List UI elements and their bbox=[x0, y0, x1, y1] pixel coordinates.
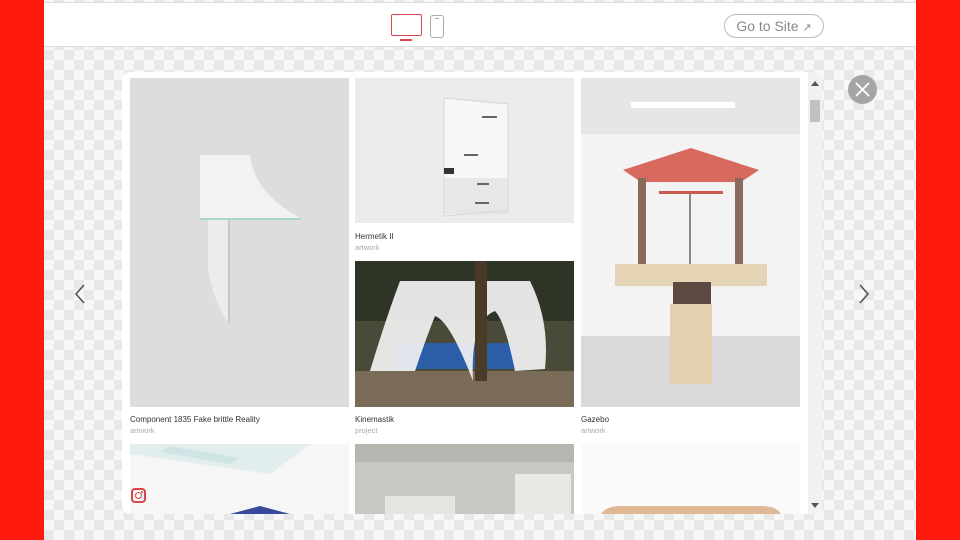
instagram-button[interactable] bbox=[131, 488, 146, 503]
desktop-view-button[interactable] bbox=[391, 14, 422, 41]
close-icon bbox=[855, 82, 870, 97]
card-title: Component 1835 Fake brittle Reality bbox=[130, 415, 260, 424]
next-button[interactable] bbox=[857, 283, 871, 305]
close-button[interactable] bbox=[848, 75, 877, 104]
external-link-icon: ↗ bbox=[802, 22, 812, 34]
artwork-image bbox=[581, 444, 800, 514]
gallery-card[interactable]: Kinemastik project bbox=[355, 261, 574, 436]
artwork-image bbox=[355, 444, 574, 514]
gallery-card[interactable]: Hermetik II artwork bbox=[355, 78, 574, 254]
card-type: artwork bbox=[130, 426, 155, 435]
preview-toolbar: Go to Site ↗ bbox=[44, 2, 916, 47]
go-to-site-label: Go to Site bbox=[736, 18, 799, 34]
scroll-down-arrow-icon[interactable] bbox=[811, 503, 819, 508]
artwork-image bbox=[355, 78, 574, 223]
card-type: project bbox=[355, 426, 378, 435]
gallery-card[interactable] bbox=[581, 444, 800, 514]
gallery-modal: Component 1835 Fake brittle Reality artw… bbox=[122, 72, 822, 514]
preview-frame: Go to Site ↗ Component 1835 Fake brittle… bbox=[44, 0, 916, 540]
card-title: Gazebo bbox=[581, 415, 610, 424]
chevron-right-icon bbox=[859, 284, 870, 304]
go-to-site-button[interactable]: Go to Site ↗ bbox=[724, 14, 824, 38]
card-type: artwork bbox=[581, 426, 606, 435]
artwork-image bbox=[581, 78, 800, 407]
artwork-image bbox=[130, 78, 349, 407]
previous-button[interactable] bbox=[73, 283, 87, 305]
scroll-thumb[interactable] bbox=[810, 100, 820, 122]
chevron-left-icon bbox=[74, 284, 85, 304]
gallery-card[interactable] bbox=[355, 444, 574, 514]
scroll-up-arrow-icon[interactable] bbox=[811, 81, 819, 86]
gallery-card[interactable]: Gazebo artwork bbox=[581, 78, 800, 436]
gallery-card[interactable]: Component 1835 Fake brittle Reality artw… bbox=[130, 78, 349, 436]
project-image bbox=[355, 261, 574, 407]
mobile-view-button[interactable] bbox=[430, 15, 444, 38]
artwork-image bbox=[130, 444, 349, 514]
card-type: artwork bbox=[355, 243, 380, 252]
gallery-card[interactable] bbox=[130, 444, 349, 514]
card-title: Kinemastik bbox=[355, 415, 395, 424]
card-title: Hermetik II bbox=[355, 232, 394, 241]
scrollbar[interactable] bbox=[808, 72, 822, 514]
